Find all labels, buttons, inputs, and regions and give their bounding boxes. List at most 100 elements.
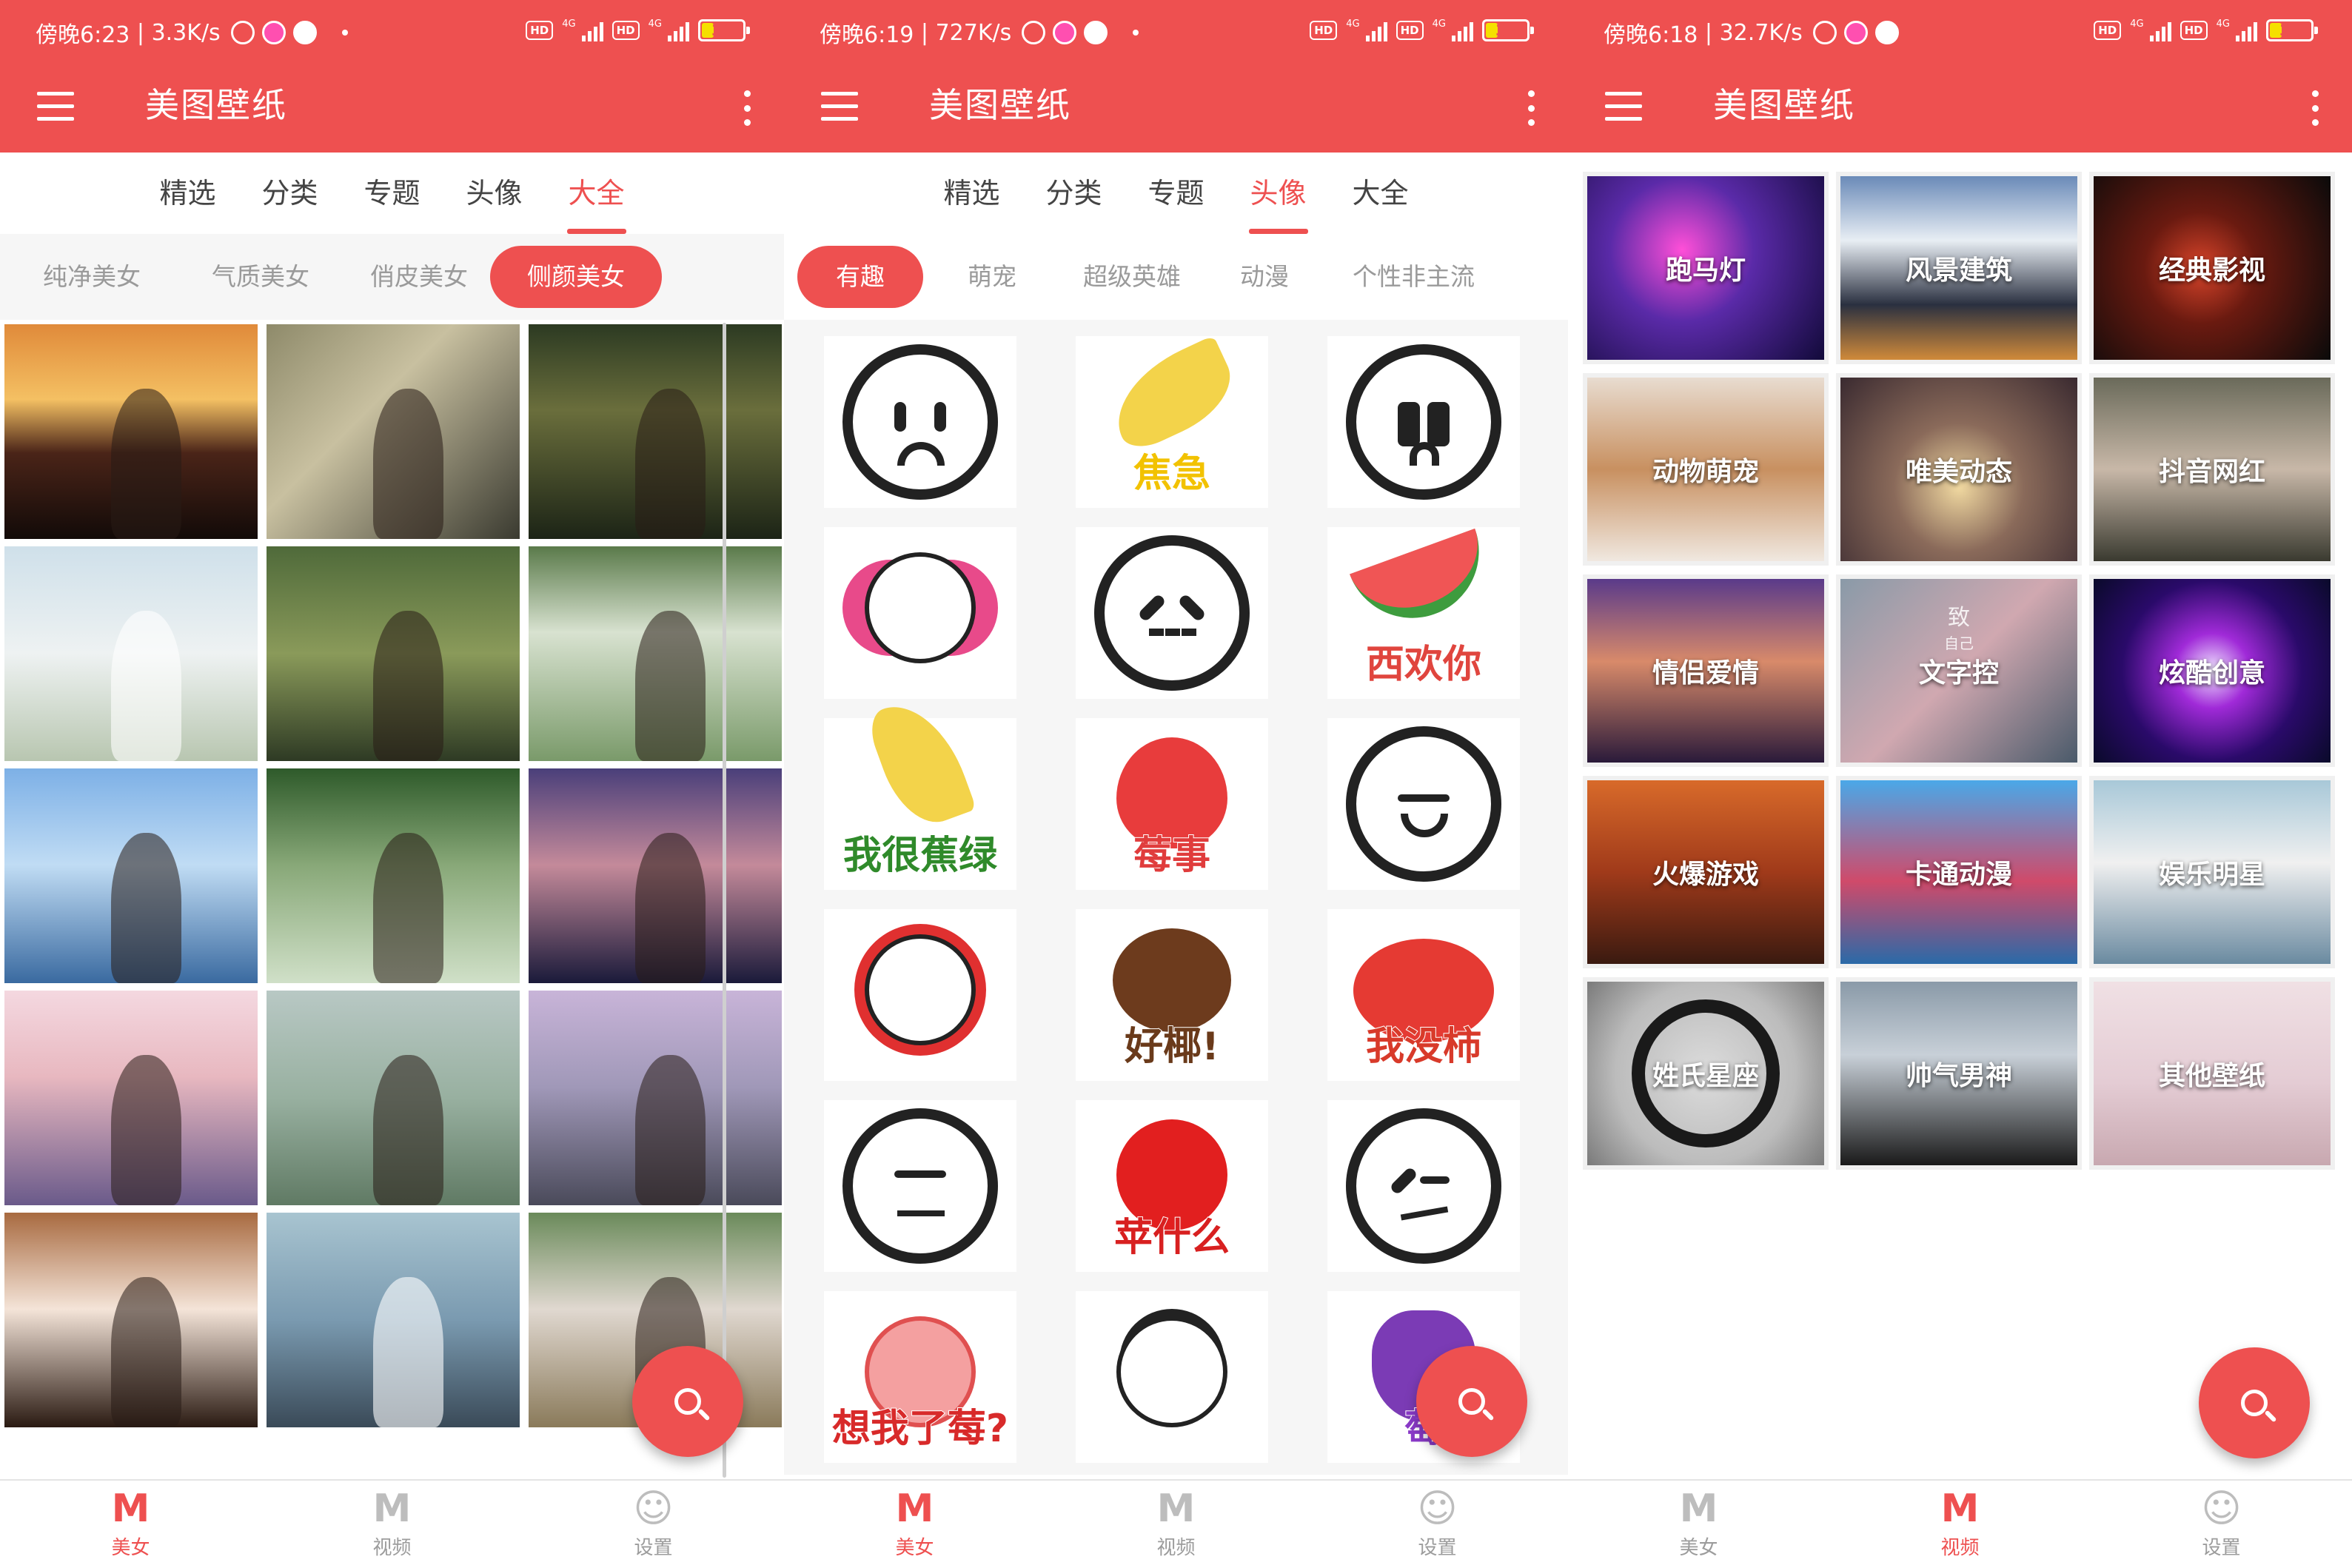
photo-dusk-lake-girl[interactable]: [529, 768, 782, 983]
menu-icon[interactable]: [821, 92, 858, 121]
photo-girl-blue-sky[interactable]: [267, 1213, 520, 1427]
nav-label: 设置: [2202, 1536, 2241, 1559]
more-vert-icon[interactable]: [1524, 87, 1538, 129]
category-label: 其他壁纸: [2158, 1061, 2265, 1091]
avatar-apple[interactable]: 苹什么: [1076, 1100, 1268, 1272]
nav-video[interactable]: M 视频: [1045, 1481, 1307, 1568]
avatar-coconut[interactable]: 好椰!: [1076, 909, 1268, 1081]
tab-all[interactable]: 大全: [1351, 153, 1410, 234]
photo-girl-straw-hat[interactable]: [267, 546, 520, 761]
chip-elegant[interactable]: 气质美女: [179, 246, 335, 308]
signal-icon: [581, 19, 603, 41]
category-tile[interactable]: 致自己 文字控: [1836, 574, 2082, 767]
more-notifications-dot: [341, 30, 348, 36]
more-vert-icon[interactable]: [2308, 87, 2322, 129]
more-vert-icon[interactable]: [740, 87, 754, 129]
category-tile[interactable]: 跑马灯: [1583, 172, 1829, 364]
photo-sunset-silhouette[interactable]: [4, 324, 258, 539]
category-tile[interactable]: 经典影视: [2089, 172, 2335, 364]
chip-nonmainstream[interactable]: 个性非主流: [1319, 246, 1475, 308]
nav-settings[interactable]: ☺ 设置: [523, 1481, 784, 1568]
crown-girl-avatar-icon: [1116, 1316, 1227, 1427]
avatar-tomato[interactable]: 我没柿: [1327, 909, 1520, 1081]
video-category-grid: 跑马灯 风景建筑 经典影视动物萌宠 唯美动态 抖音网红情侣爱情 致自己 文字控 炫酷创意火爆游…: [1583, 172, 2335, 1170]
status-speed: 727K/s: [935, 19, 1012, 46]
category-tile[interactable]: 帅气男神: [1836, 977, 2082, 1170]
avatar-sad-banana[interactable]: 我很蕉绿: [824, 691, 1016, 890]
avatar-sad-face[interactable]: [824, 336, 1016, 508]
tab-featured[interactable]: 精选: [158, 153, 217, 234]
avatar-red-hair-girl[interactable]: [824, 909, 1016, 1081]
tab-categories[interactable]: 分类: [1044, 153, 1103, 234]
photo-forest-girl[interactable]: [529, 324, 782, 539]
menu-icon[interactable]: [1605, 92, 1642, 121]
category-tile[interactable]: 卡通动漫: [1836, 776, 2082, 968]
avatar-smirk-face[interactable]: [1327, 718, 1520, 890]
menu-icon[interactable]: [37, 92, 74, 121]
category-tile[interactable]: 抖音网红: [2089, 373, 2335, 566]
chip-pets[interactable]: 萌宠: [923, 246, 1046, 308]
category-tile[interactable]: 风景建筑: [1836, 172, 2082, 364]
nav-label: 视频: [372, 1536, 412, 1559]
photo-mermaid-rock[interactable]: [529, 991, 782, 1205]
photo-girl-seaside[interactable]: [4, 768, 258, 983]
category-tile[interactable]: 姓氏星座: [1583, 977, 1829, 1170]
chip-playful[interactable]: 俏皮美女: [335, 246, 490, 308]
chip-profile[interactable]: 侧颜美女: [490, 246, 662, 308]
nav-girls[interactable]: M 美女: [784, 1481, 1045, 1568]
chip-funny[interactable]: 有趣: [797, 246, 923, 308]
avatar-dizzy-face[interactable]: [1327, 1100, 1520, 1272]
nav-settings[interactable]: ☺ 设置: [1307, 1481, 1568, 1568]
scrollbar[interactable]: [723, 323, 726, 1478]
category-tile[interactable]: 情侣爱情: [1583, 574, 1829, 767]
search-fab[interactable]: [632, 1346, 743, 1457]
nav-girls[interactable]: M 美女: [0, 1481, 261, 1568]
category-tile[interactable]: 炫酷创意: [2089, 574, 2335, 767]
category-art-text: 致自己: [1840, 606, 2077, 656]
avatar-grid: 焦急西欢你我很蕉绿莓事好椰!我没柿苹什么想我了莓?萄: [784, 320, 1568, 1475]
nav-girls[interactable]: M 美女: [1568, 1481, 1829, 1568]
battery-level-text: 35: [1495, 21, 1516, 39]
nav-video[interactable]: M 视频: [261, 1481, 523, 1568]
search-fab[interactable]: [2199, 1347, 2310, 1458]
category-tile[interactable]: 动物萌宠: [1583, 373, 1829, 566]
tab-topics[interactable]: 专题: [1146, 153, 1205, 234]
photo-girl-fruit-market[interactable]: [267, 324, 520, 539]
chip-pure[interactable]: 纯净美女: [4, 246, 179, 308]
tab-avatars[interactable]: 头像: [1248, 153, 1308, 234]
sad-face-icon: [842, 344, 998, 500]
avatar-cross-eyes-face[interactable]: [824, 1100, 1016, 1272]
avatar-strawberry[interactable]: 莓事: [1076, 718, 1268, 890]
search-fab[interactable]: [1416, 1346, 1527, 1457]
photo-meadow-girl[interactable]: [267, 991, 520, 1205]
avatar-x-eyes-face[interactable]: [1076, 527, 1268, 699]
tab-categories[interactable]: 分类: [260, 153, 319, 234]
category-label: 唯美动态: [1905, 457, 2012, 487]
tab-featured[interactable]: 精选: [942, 153, 1001, 234]
tab-topics[interactable]: 专题: [362, 153, 421, 234]
avatar-watermelon[interactable]: 西欢你: [1327, 527, 1520, 699]
photo-subject: [634, 1055, 706, 1205]
chip-anime[interactable]: 动漫: [1210, 246, 1319, 308]
photo-girl-white-flowers[interactable]: [529, 546, 782, 761]
avatar-banana[interactable]: 焦急: [1076, 335, 1268, 508]
nav-settings[interactable]: ☺ 设置: [2091, 1481, 2352, 1568]
category-tile[interactable]: 其他壁纸: [2089, 977, 2335, 1170]
tab-avatars[interactable]: 头像: [465, 153, 524, 234]
avatar-strawberry-girl[interactable]: 想我了莓?: [824, 1291, 1016, 1463]
category-tile[interactable]: 唯美动态: [1836, 373, 2082, 566]
photo-girl-white-hat[interactable]: [4, 546, 258, 761]
chip-superheroes[interactable]: 超级英雄: [1046, 246, 1210, 308]
avatar-pink-girl[interactable]: [824, 527, 1016, 699]
category-tile[interactable]: 娱乐明星: [2089, 776, 2335, 968]
avatar-scared-face[interactable]: [1327, 336, 1520, 508]
photo-girl-green-bush[interactable]: [267, 768, 520, 983]
avatar-crown-girl[interactable]: [1076, 1291, 1268, 1463]
tab-all[interactable]: 大全: [566, 153, 626, 234]
photo-girl-headband[interactable]: [4, 1213, 258, 1427]
photo-subject: [110, 389, 182, 539]
category-tile[interactable]: 火爆游戏: [1583, 776, 1829, 968]
nav-video[interactable]: M 视频: [1829, 1481, 2091, 1568]
photo-subject: [634, 389, 706, 539]
photo-girl-blossom[interactable]: [4, 991, 258, 1205]
